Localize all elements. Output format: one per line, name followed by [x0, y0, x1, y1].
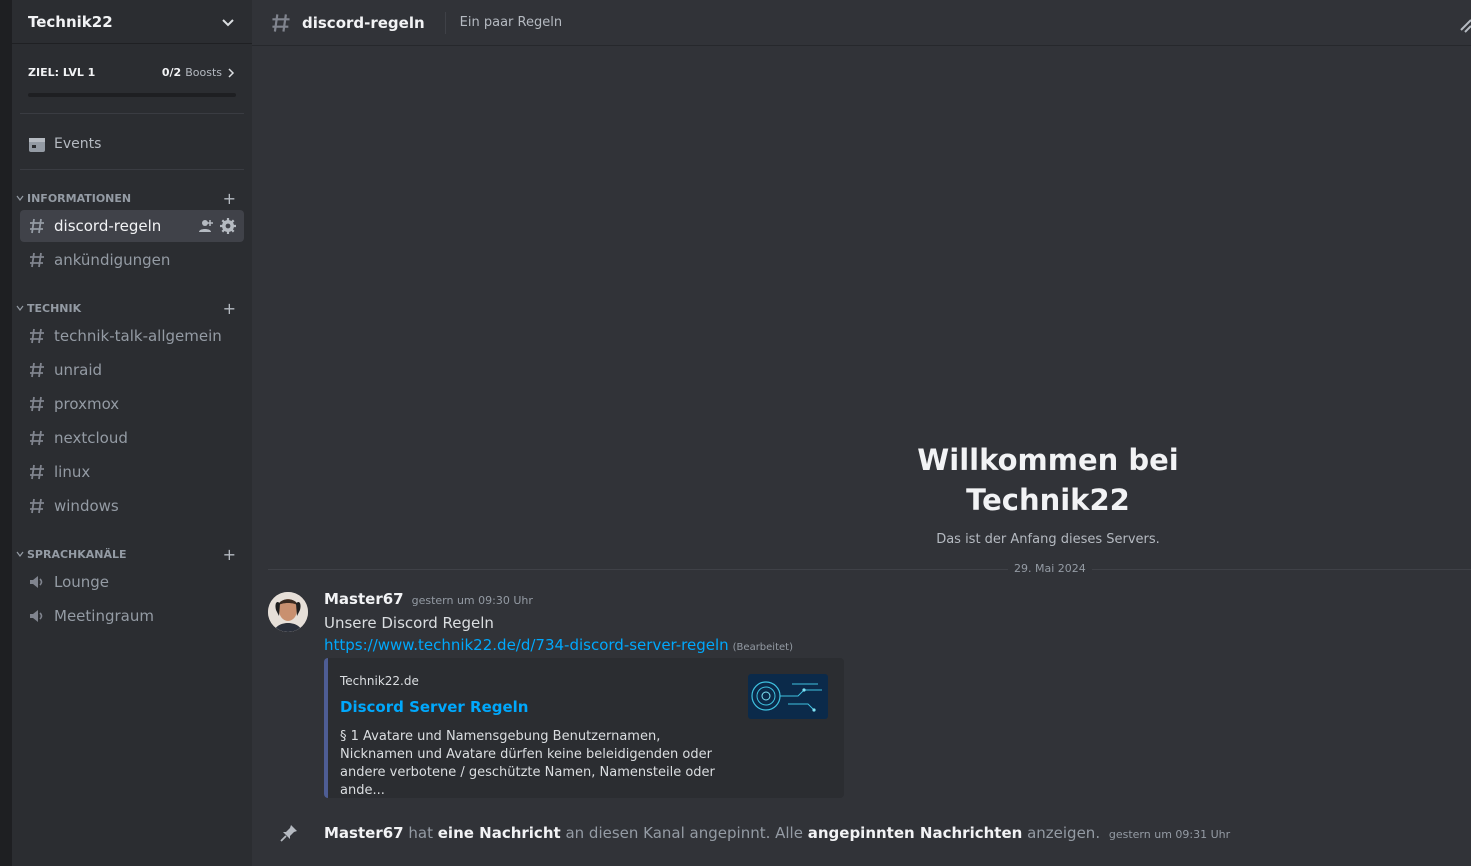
- channel-nextcloud[interactable]: nextcloud: [20, 422, 244, 454]
- chevron-down-icon: [16, 551, 24, 557]
- channel-label: linux: [54, 463, 91, 481]
- channel-list: INFORMATIONEN + discord-regeln ankündigu…: [12, 186, 252, 632]
- embed-title[interactable]: Discord Server Regeln: [340, 698, 528, 716]
- server-name: Technik22: [28, 12, 113, 31]
- channel-sidebar: Technik22 ZIEL: LVL 1 0/2 Boosts Events …: [12, 0, 252, 866]
- boost-goal-label: ZIEL: LVL 1: [28, 66, 96, 79]
- channel-ankuendigungen[interactable]: ankündigungen: [20, 244, 244, 276]
- embed-thumbnail[interactable]: [748, 674, 828, 719]
- divider-date: 29. Mai 2024: [1008, 562, 1092, 575]
- speaker-icon: [30, 576, 43, 588]
- welcome-line-1: Willkommen bei: [917, 443, 1179, 477]
- category-label: SPRACHKANÄLE: [27, 547, 127, 561]
- channel-label: nextcloud: [54, 429, 128, 447]
- pin-system-message: Master67 hat eine Nachricht an diesen Ka…: [280, 822, 1460, 844]
- channel-label: windows: [54, 497, 119, 515]
- server-header[interactable]: Technik22: [12, 0, 252, 44]
- chat-header: discord-regeln Ein paar Regeln: [252, 0, 1471, 46]
- channel-topic[interactable]: Ein paar Regeln: [460, 15, 562, 30]
- category-informationen[interactable]: INFORMATIONEN +: [12, 186, 252, 210]
- add-channel-icon[interactable]: +: [223, 545, 236, 564]
- channel-linux[interactable]: linux: [20, 456, 244, 488]
- channel-label: unraid: [54, 361, 103, 379]
- message-text: Unsere Discord Regeln: [324, 614, 494, 632]
- hash-icon: [30, 430, 44, 446]
- chevron-down-icon: [16, 195, 24, 201]
- boost-count: 0/2 Boosts: [162, 66, 236, 79]
- events-label: Events: [54, 135, 102, 152]
- pin-text: Master67 hat eine Nachricht an diesen Ka…: [324, 824, 1230, 842]
- speaker-icon: [30, 610, 43, 622]
- voice-channel-meetingraum[interactable]: Meetingraum: [20, 600, 244, 632]
- gear-icon[interactable]: [220, 218, 236, 234]
- category-label: TECHNIK: [27, 301, 82, 315]
- channel-label: ankündigungen: [54, 251, 171, 269]
- edited-label: (Bearbeitet): [732, 642, 793, 653]
- pin-text-3: anzeigen.: [1027, 824, 1101, 842]
- channel-label: Meetingraum: [54, 607, 154, 625]
- add-channel-icon[interactable]: +: [223, 299, 236, 318]
- hash-icon: [30, 218, 44, 234]
- chevron-down-icon: [222, 18, 234, 26]
- pin-timestamp: gestern um 09:31 Uhr: [1108, 828, 1231, 841]
- message-body: Master67 gestern um 09:30 Uhr Unsere Dis…: [324, 590, 1324, 656]
- welcome-line-2: Technik22: [966, 483, 1130, 517]
- channel-label: discord-regeln: [54, 217, 162, 235]
- boost-progress-bar: [28, 93, 236, 97]
- boost-goal-panel[interactable]: ZIEL: LVL 1 0/2 Boosts: [20, 44, 244, 114]
- calendar-icon: [29, 137, 45, 152]
- channel-label: proxmox: [54, 395, 120, 413]
- discord-window: Technik22 ZIEL: LVL 1 0/2 Boosts Events …: [0, 0, 1471, 866]
- boost-count-value: 0/2: [161, 66, 182, 79]
- message-author[interactable]: Master67: [324, 590, 404, 608]
- chevron-right-icon: [228, 67, 235, 78]
- channel-technik-talk-allgemein[interactable]: technik-talk-allgemein: [20, 320, 244, 352]
- date-divider: [268, 569, 1471, 570]
- welcome-subtitle: Das ist der Anfang dieses Servers.: [936, 532, 1160, 547]
- category-label: INFORMATIONEN: [27, 191, 132, 205]
- message-timestamp: gestern um 09:30 Uhr: [411, 594, 533, 607]
- category-sprachkanaele[interactable]: SPRACHKANÄLE +: [12, 542, 252, 566]
- channel-proxmox[interactable]: proxmox: [20, 388, 244, 420]
- avatar[interactable]: [268, 592, 308, 632]
- channel-title: discord-regeln: [302, 13, 425, 32]
- message-link[interactable]: https://www.technik22.de/d/734-discord-s…: [324, 636, 729, 654]
- invite-user-icon[interactable]: [198, 218, 214, 234]
- channel-discord-regeln[interactable]: discord-regeln: [20, 210, 244, 242]
- category-technik[interactable]: TECHNIK +: [12, 296, 252, 320]
- pin-message-link[interactable]: eine Nachricht: [438, 824, 561, 842]
- channel-label: technik-talk-allgemein: [54, 327, 222, 345]
- pinned-messages-link[interactable]: angepinnten Nachrichten: [808, 824, 1023, 842]
- chevron-down-icon: [16, 305, 24, 311]
- pin-text-2: an diesen Kanal angepinnt. Alle: [565, 824, 803, 842]
- link-embed: Technik22.de Discord Server Regeln § 1 A…: [324, 658, 844, 798]
- hash-icon: [30, 252, 44, 268]
- pin-author[interactable]: Master67: [324, 824, 404, 842]
- embed-description: § 1 Avatare und Namensgebung Benutzernam…: [340, 729, 715, 798]
- guild-strip: [0, 0, 12, 866]
- hash-icon: [272, 13, 290, 32]
- user-avatar-icon: [268, 592, 308, 632]
- add-channel-icon[interactable]: +: [223, 189, 236, 208]
- hash-icon: [30, 498, 44, 514]
- pin-icon: [280, 825, 297, 842]
- channel-label: Lounge: [54, 573, 110, 591]
- channel-unraid[interactable]: unraid: [20, 354, 244, 386]
- pin-text-1: hat: [408, 824, 433, 842]
- embed-provider[interactable]: Technik22.de: [340, 674, 419, 688]
- voice-channel-lounge[interactable]: Lounge: [20, 566, 244, 598]
- hash-icon: [30, 362, 44, 378]
- hash-icon: [30, 328, 44, 344]
- circuit-image-icon: [748, 674, 828, 719]
- channel-windows[interactable]: windows: [20, 490, 244, 522]
- threads-icon[interactable]: [1459, 12, 1471, 34]
- hash-icon: [30, 464, 44, 480]
- welcome-title: Willkommen bei Technik22: [880, 440, 1216, 520]
- events-item[interactable]: Events: [20, 122, 244, 170]
- hash-icon: [30, 396, 44, 412]
- boost-count-unit: Boosts: [185, 66, 222, 79]
- header-divider: [444, 11, 446, 34]
- welcome-section: Willkommen bei Technik22 Das ist der Anf…: [880, 440, 1216, 547]
